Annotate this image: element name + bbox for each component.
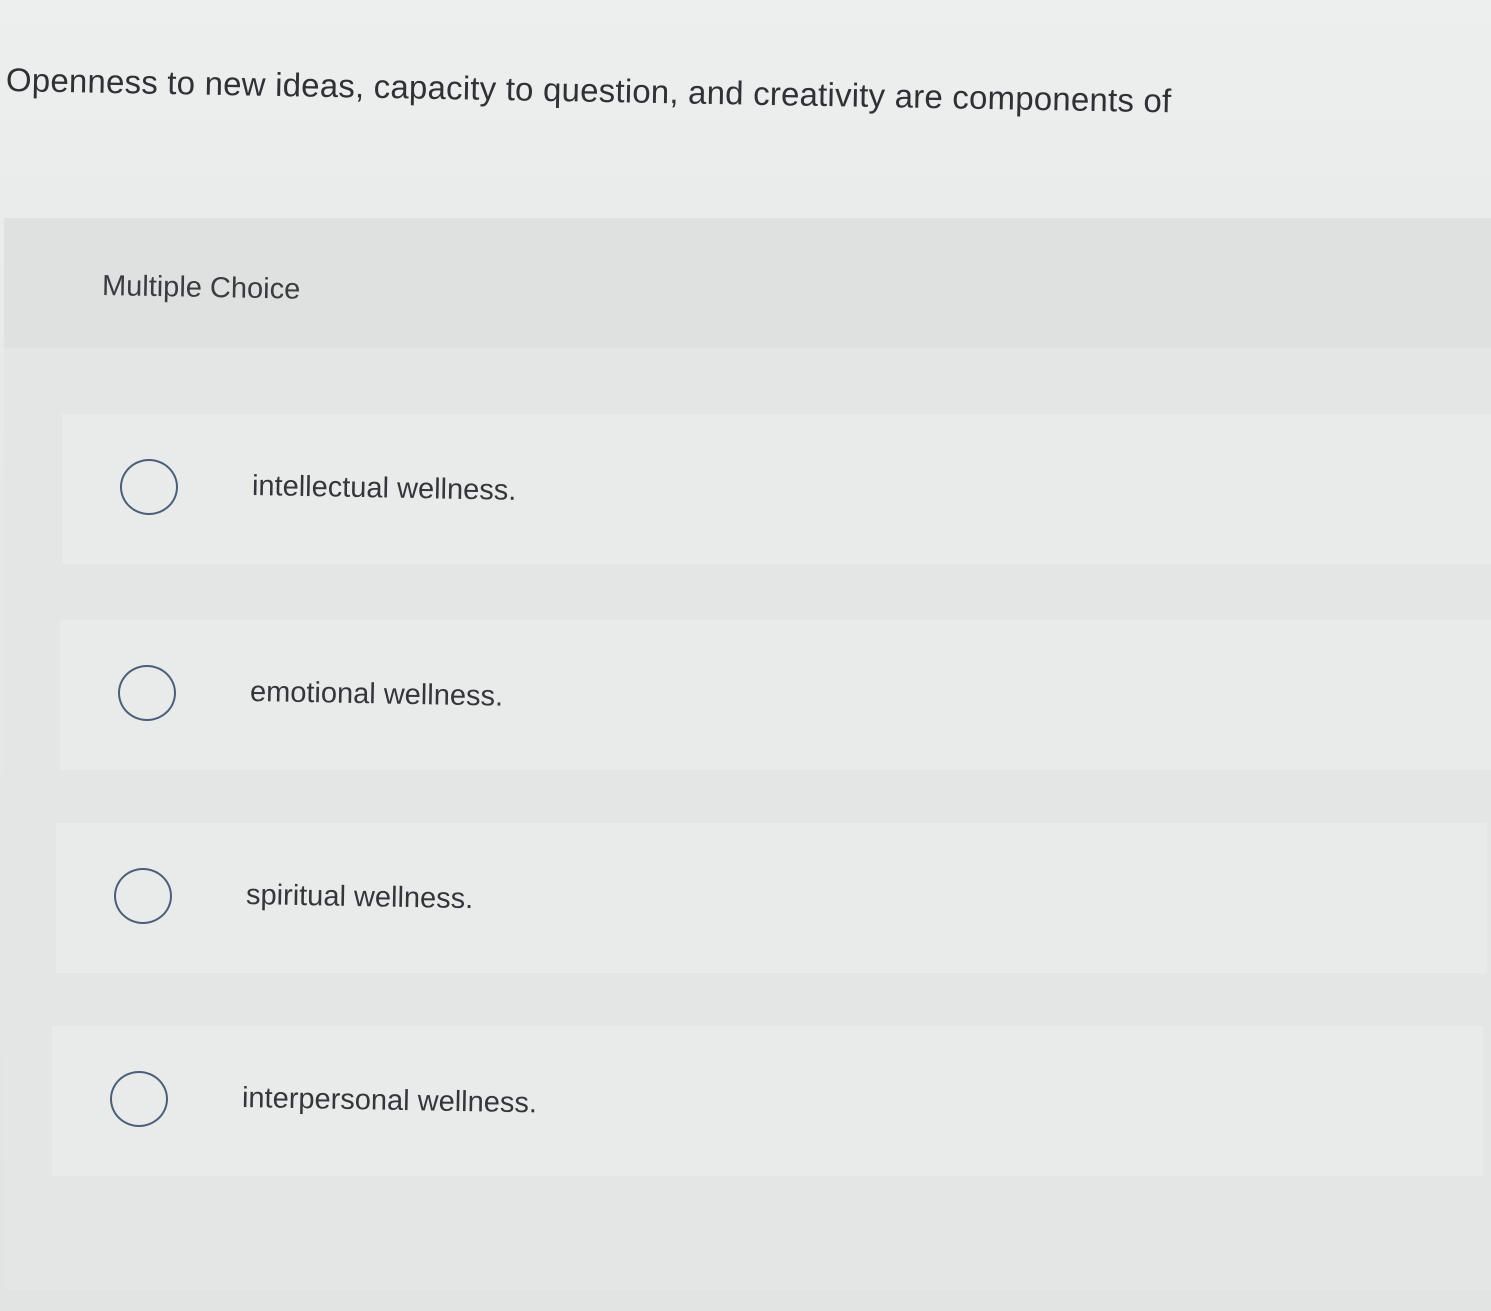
answer-option-label: intellectual wellness.: [251, 470, 517, 507]
answer-option-label: spiritual wellness.: [245, 879, 474, 916]
panel-header: Multiple Choice: [4, 218, 1491, 348]
multiple-choice-panel: Multiple Choice intellectual wellness. e…: [4, 218, 1491, 1290]
answer-option-interpersonal[interactable]: interpersonal wellness.: [52, 1026, 1483, 1176]
radio-button-icon[interactable]: [118, 665, 176, 721]
answer-option-emotional[interactable]: emotional wellness.: [60, 620, 1491, 770]
question-type-label: Multiple Choice: [101, 270, 301, 306]
answer-option-intellectual[interactable]: intellectual wellness.: [62, 414, 1491, 564]
radio-button-icon[interactable]: [110, 1071, 168, 1127]
answer-option-spiritual[interactable]: spiritual wellness.: [56, 823, 1487, 973]
answer-option-label: interpersonal wellness.: [241, 1082, 538, 1120]
radio-button-icon[interactable]: [120, 459, 178, 515]
answer-option-label: emotional wellness.: [249, 676, 504, 713]
radio-button-icon[interactable]: [114, 868, 172, 924]
